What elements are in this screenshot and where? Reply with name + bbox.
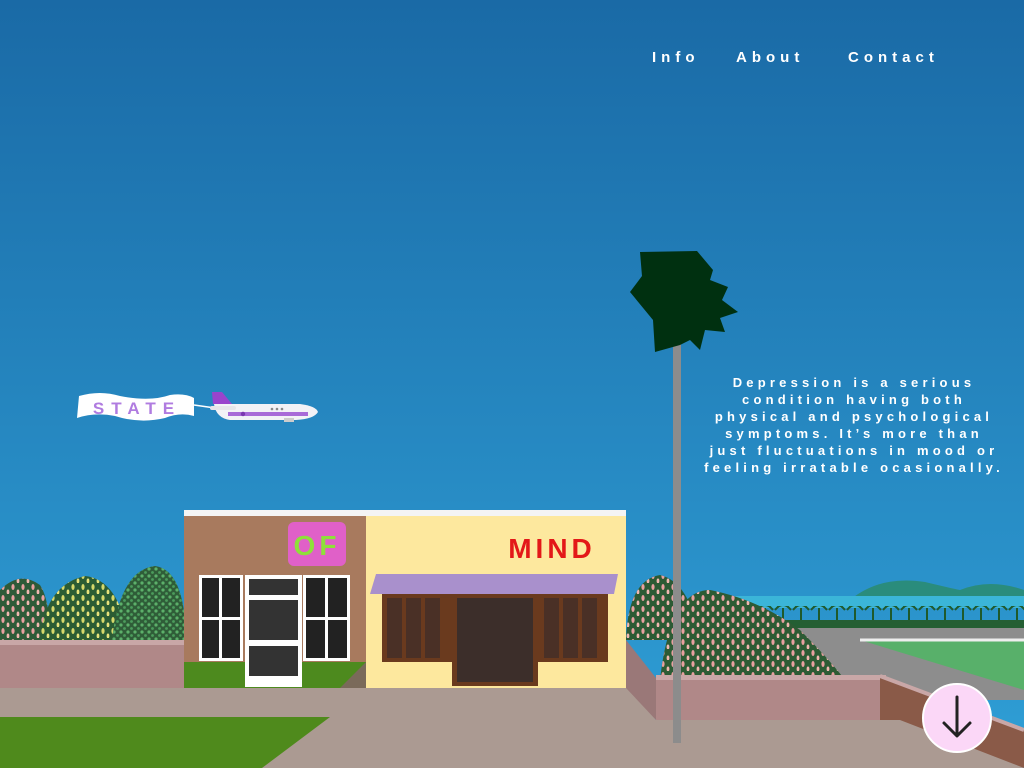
wall-right-cap [656, 675, 886, 680]
nav-info[interactable]: Info [652, 49, 700, 66]
scroll-down-button[interactable] [922, 683, 992, 753]
arrow-down-icon [942, 695, 972, 738]
wall-right [656, 678, 886, 720]
building-roof [184, 510, 626, 516]
wall-left-cap [0, 640, 186, 645]
of-sign: OF [294, 530, 341, 561]
airplane-stripe [228, 412, 308, 416]
awning [370, 574, 618, 594]
nav-contact[interactable]: Contact [848, 49, 939, 66]
airplane-wing [210, 406, 236, 410]
palm-trunk [673, 330, 681, 743]
description-text: Depression is a serious condition having… [704, 375, 1004, 475]
banner-text: STATE [93, 399, 181, 418]
airplane-engine [284, 418, 294, 422]
nav-about[interactable]: About [736, 49, 804, 66]
wall-left [0, 642, 186, 688]
mind-sign: MIND [508, 533, 596, 564]
